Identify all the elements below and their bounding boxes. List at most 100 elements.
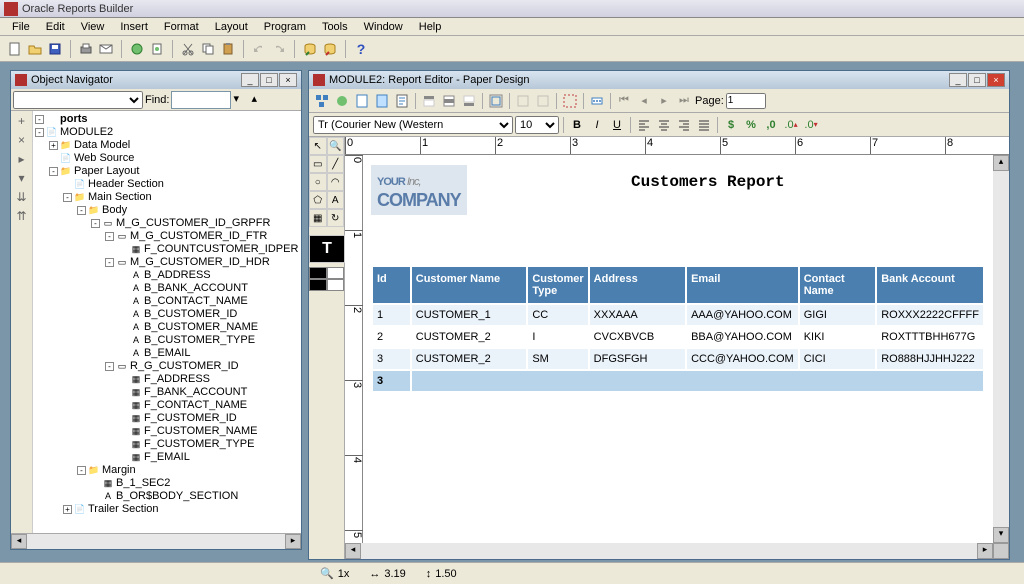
trailer-icon[interactable] (460, 92, 478, 110)
tree-node[interactable]: +📁Data Model (33, 139, 301, 152)
redo-icon[interactable] (270, 40, 288, 58)
dec-decimal-icon[interactable]: .0▾ (802, 116, 820, 134)
tree-node[interactable]: -▭M_G_CUSTOMER_ID_HDR (33, 256, 301, 269)
objnav-titlebar[interactable]: Object Navigator _ □ × (11, 71, 301, 89)
tree-node[interactable]: AB_BANK_ACCOUNT (33, 282, 301, 295)
tree-node[interactable]: ▦F_EMAIL (33, 451, 301, 464)
text-tool-icon[interactable]: A (327, 191, 345, 209)
flex-icon[interactable] (514, 92, 532, 110)
disconnect-icon[interactable] (321, 40, 339, 58)
select-tool-icon[interactable]: ↖ (309, 137, 327, 155)
mail-icon[interactable] (97, 40, 115, 58)
align-justify-icon[interactable] (695, 116, 713, 134)
objnav-hscroll[interactable]: ◂ ▸ (11, 533, 301, 549)
close-button[interactable]: × (987, 73, 1005, 87)
cut-icon[interactable] (179, 40, 197, 58)
data-model-icon[interactable] (313, 92, 331, 110)
menu-edit[interactable]: Edit (38, 21, 73, 33)
find-input[interactable] (171, 91, 231, 109)
currency-icon[interactable]: $ (722, 116, 740, 134)
scroll-down-icon[interactable]: ▾ (993, 527, 1009, 543)
first-page-icon[interactable]: ⏮ (615, 92, 633, 110)
expand-icon[interactable]: ▸ (13, 152, 31, 170)
tree-node[interactable]: -📄MODULE2 (33, 126, 301, 139)
tree-node[interactable]: 📄Header Section (33, 178, 301, 191)
menu-program[interactable]: Program (256, 21, 314, 33)
tree-node[interactable]: ▦F_CONTACT_NAME (33, 399, 301, 412)
menu-layout[interactable]: Layout (207, 21, 256, 33)
page-input[interactable] (726, 93, 766, 109)
run-web-icon[interactable] (128, 40, 146, 58)
align-left-icon[interactable] (635, 116, 653, 134)
editor-vscroll[interactable]: ▴ ▾ (993, 155, 1009, 543)
collapse-icon[interactable]: ▾ (13, 171, 31, 189)
scroll-up-icon[interactable]: ▴ (993, 155, 1009, 171)
tree-node[interactable]: -▭R_G_CUSTOMER_ID (33, 360, 301, 373)
percent-icon[interactable]: % (742, 116, 760, 134)
collapseall-icon[interactable]: ⇈ (13, 209, 31, 227)
tree-node[interactable]: -▭M_G_CUSTOMER_ID_FTR (33, 230, 301, 243)
paper-layout-icon[interactable] (353, 92, 371, 110)
tree-node[interactable]: -ports (33, 113, 301, 126)
prev-page-icon[interactable]: ◂ (635, 92, 653, 110)
editor-titlebar[interactable]: MODULE2: Report Editor - Paper Design _ … (309, 71, 1009, 89)
objnav-tree[interactable]: -ports-📄MODULE2+📁Data Model📄Web Source-📁… (33, 111, 301, 533)
save-icon[interactable] (46, 40, 64, 58)
minimize-button[interactable]: _ (241, 73, 259, 87)
close-button[interactable]: × (279, 73, 297, 87)
confine-icon[interactable] (534, 92, 552, 110)
design-canvas[interactable]: YOUR Inc, COMPANY Customers Report Id Cu… (363, 155, 993, 543)
minimize-button[interactable]: _ (949, 73, 967, 87)
tree-node[interactable]: -📁Paper Layout (33, 165, 301, 178)
tree-node[interactable]: AB_CUSTOMER_ID (33, 308, 301, 321)
tree-node[interactable]: AB_OR$BODY_SECTION (33, 490, 301, 503)
last-page-icon[interactable]: ⏭ (675, 92, 693, 110)
paste-icon[interactable] (219, 40, 237, 58)
rect-tool-icon[interactable]: ▭ (309, 155, 327, 173)
maximize-button[interactable]: □ (968, 73, 986, 87)
fontsize-select[interactable]: 10 (515, 116, 559, 134)
paper-design-icon[interactable] (373, 92, 391, 110)
arc-tool-icon[interactable]: ◠ (327, 173, 345, 191)
objnav-type-select[interactable] (13, 91, 143, 109)
magnify-tool-icon[interactable]: 🔍 (327, 137, 345, 155)
fill-color-swatch[interactable] (309, 279, 327, 291)
comma-icon[interactable]: ,0 (762, 116, 780, 134)
tree-node[interactable]: -📁Margin (33, 464, 301, 477)
none-swatch[interactable] (327, 279, 345, 291)
tree-node[interactable]: AB_ADDRESS (33, 269, 301, 282)
maximize-button[interactable]: □ (260, 73, 278, 87)
tree-node[interactable]: AB_CUSTOMER_TYPE (33, 334, 301, 347)
delete-icon[interactable]: × (13, 133, 31, 151)
scroll-left-icon[interactable]: ◂ (345, 543, 361, 559)
select-parent-icon[interactable] (561, 92, 579, 110)
tree-node[interactable]: 📄Web Source (33, 152, 301, 165)
tree-node[interactable]: -📁Main Section (33, 191, 301, 204)
tree-node[interactable]: AB_CONTACT_NAME (33, 295, 301, 308)
italic-icon[interactable]: I (588, 116, 606, 134)
margin-icon[interactable] (487, 92, 505, 110)
insert-field-icon[interactable] (588, 92, 606, 110)
print-icon[interactable] (77, 40, 95, 58)
help-icon[interactable]: ? (352, 40, 370, 58)
line-tool-icon[interactable]: ╱ (327, 155, 345, 173)
tree-node[interactable]: +📄Trailer Section (33, 503, 301, 516)
tree-node[interactable]: ▦F_CUSTOMER_TYPE (33, 438, 301, 451)
paper-param-icon[interactable] (393, 92, 411, 110)
bold-icon[interactable]: B (568, 116, 586, 134)
tree-node[interactable]: AB_EMAIL (33, 347, 301, 360)
menu-window[interactable]: Window (356, 21, 411, 33)
menu-file[interactable]: File (4, 21, 38, 33)
frame-tool-icon[interactable]: ▦ (309, 209, 327, 227)
run-paper-icon[interactable] (148, 40, 166, 58)
tree-node[interactable]: ▦B_1_SEC2 (33, 477, 301, 490)
tree-node[interactable]: ▦F_CUSTOMER_NAME (33, 425, 301, 438)
tree-node[interactable]: -▭M_G_CUSTOMER_ID_GRPFR (33, 217, 301, 230)
menu-format[interactable]: Format (156, 21, 207, 33)
inc-decimal-icon[interactable]: .0▴ (782, 116, 800, 134)
find-down-icon[interactable]: ▾ (233, 92, 249, 108)
tree-node[interactable]: ▦F_BANK_ACCOUNT (33, 386, 301, 399)
tree-node[interactable]: -📁Body (33, 204, 301, 217)
web-source-icon[interactable] (333, 92, 351, 110)
next-page-icon[interactable]: ▸ (655, 92, 673, 110)
